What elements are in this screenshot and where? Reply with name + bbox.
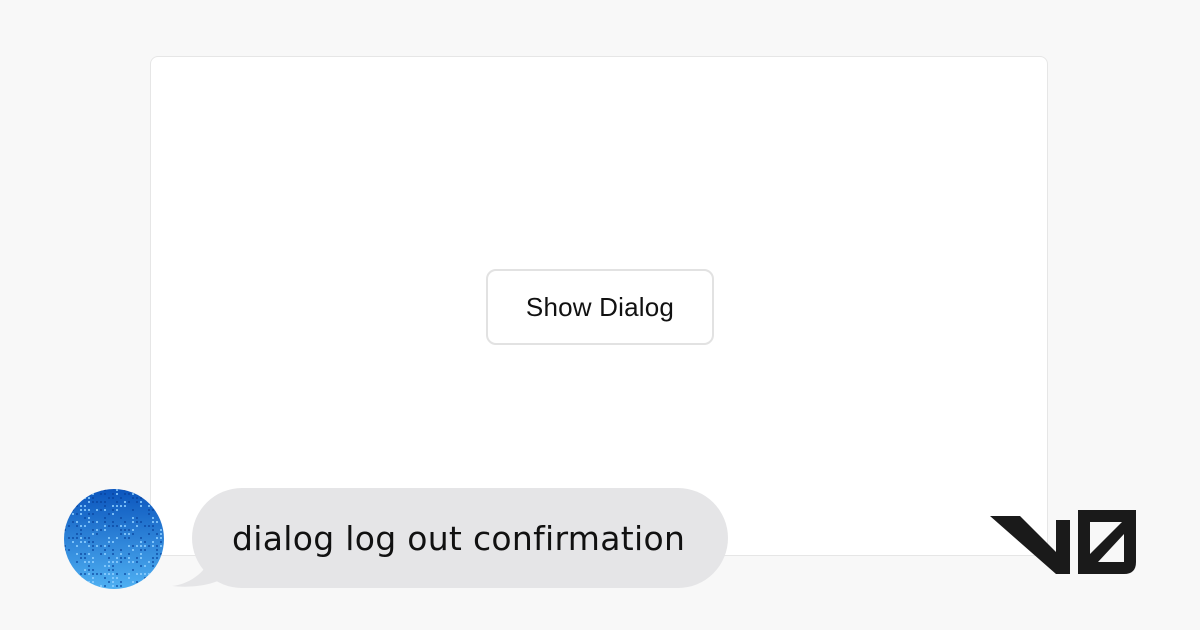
- user-avatar: [64, 489, 164, 589]
- page: Show Dialog dialog log out confirmation: [0, 0, 1200, 630]
- chat-prompt-text: dialog log out confirmation: [232, 518, 686, 558]
- v0-logo-icon: [990, 510, 1136, 574]
- chat-message: dialog log out confirmation: [172, 488, 728, 588]
- preview-card: Show Dialog: [150, 56, 1048, 556]
- chat-bubble: dialog log out confirmation: [192, 488, 728, 588]
- avatar-pixel-icon: [64, 489, 164, 589]
- show-dialog-button[interactable]: Show Dialog: [486, 269, 714, 345]
